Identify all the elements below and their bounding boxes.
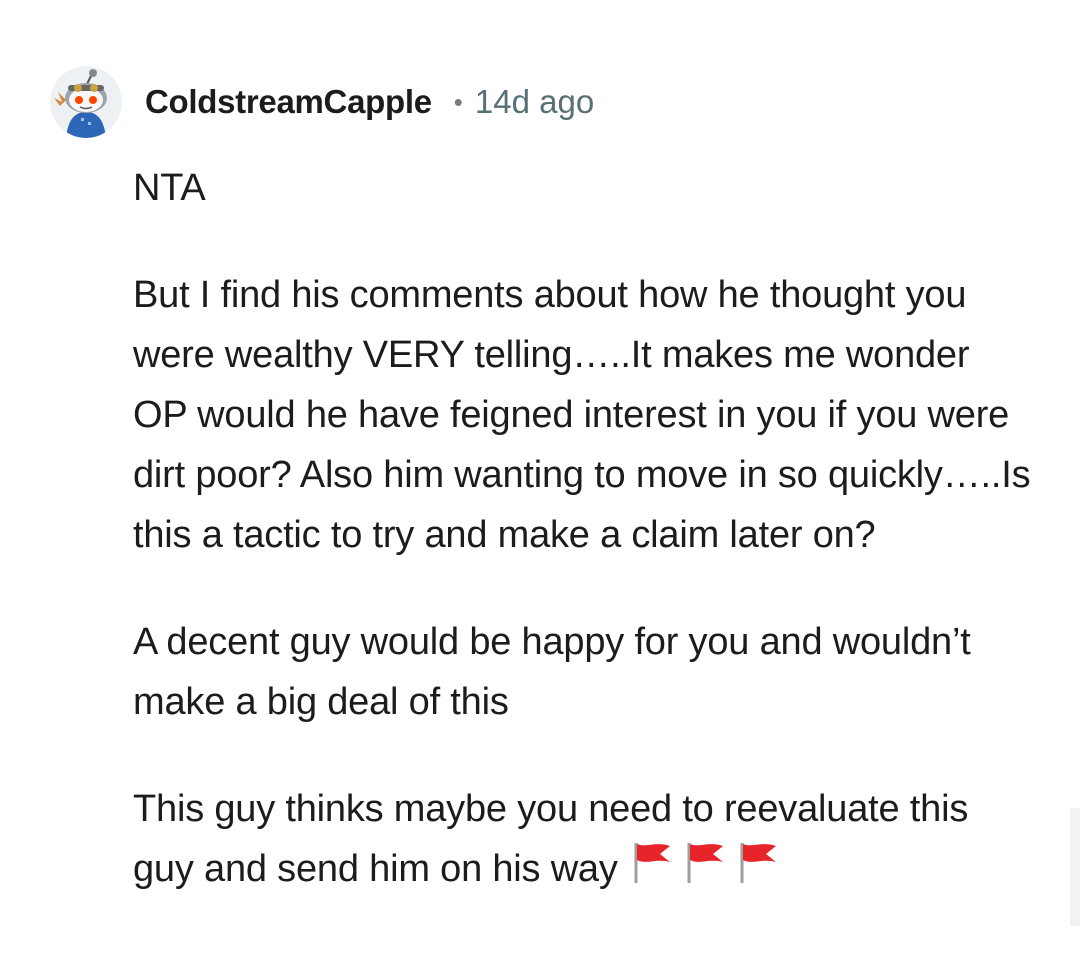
comment-paragraph-last: This guy thinks maybe you need to reeval…	[133, 779, 1033, 899]
user-avatar[interactable]	[50, 66, 122, 138]
snoo-avatar-icon	[50, 66, 122, 138]
comment-timestamp: 14d ago	[474, 83, 595, 120]
comment-author[interactable]: ColdstreamCapple	[145, 83, 432, 121]
red-flags-emoji	[630, 839, 789, 885]
comment-header: ColdstreamCapple • 14d ago	[50, 66, 594, 138]
comment-paragraph: But I find his comments about how he tho…	[133, 274, 1031, 556]
meta-separator: •	[453, 86, 463, 117]
comment-paragraph: A decent guy would be happy for you and …	[133, 621, 971, 723]
scrollbar-track[interactable]	[1070, 808, 1080, 926]
comment-paragraph: NTA	[133, 167, 206, 209]
red-flag-icon	[740, 843, 776, 883]
red-flag-icon	[634, 843, 670, 883]
comment-paragraph-text: This guy thinks maybe you need to reeval…	[133, 788, 969, 890]
comment: ColdstreamCapple • 14d ago NTA But I fin…	[0, 0, 1080, 977]
comment-body: NTA But I find his comments about how he…	[133, 158, 1033, 899]
red-flag-icon	[687, 843, 723, 883]
